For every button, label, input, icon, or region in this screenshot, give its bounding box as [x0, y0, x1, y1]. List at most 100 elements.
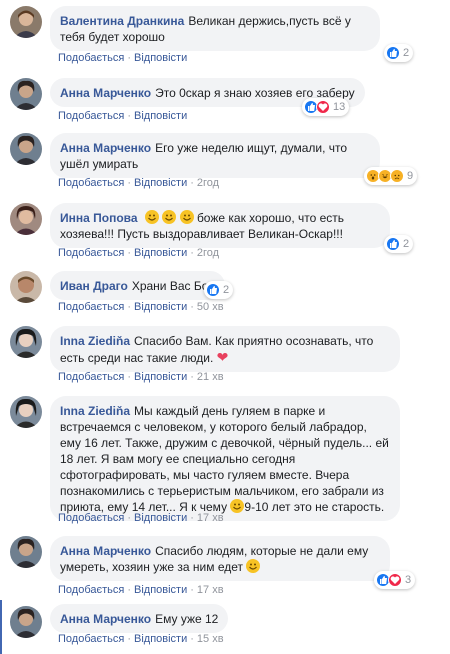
like-reaction-icon: [206, 283, 220, 297]
like-reaction-icon: [386, 237, 400, 251]
reply-link[interactable]: Відповісти: [134, 177, 187, 189]
reaction-count: 3: [405, 574, 412, 586]
separator-dot: ·: [127, 52, 131, 64]
smile-emoji-icon: [162, 210, 177, 224]
reaction-summary[interactable]: 9: [364, 167, 418, 185]
reaction-summary[interactable]: 3: [374, 571, 416, 589]
comment-actions: Подобається · Відповісти · 2год: [58, 177, 219, 189]
comment-9: Анна Марченко Ему уже 12 Подобається · Відп…: [0, 600, 450, 654]
avatar[interactable]: [10, 606, 42, 638]
comment-author[interactable]: Анна Марченко: [60, 141, 151, 155]
comment-actions: Подобається · Відповісти: [58, 110, 187, 122]
comment-2: Анна Марченко Это 0скар я знаю хозяев его…: [0, 70, 450, 125]
like-link[interactable]: Подобається: [58, 584, 124, 596]
sad-reaction-icon: [390, 169, 404, 183]
comment-time[interactable]: 15 хв: [197, 633, 224, 645]
comment-time[interactable]: 50 хв: [197, 301, 224, 313]
like-link[interactable]: Подобається: [58, 177, 124, 189]
reply-link[interactable]: Відповісти: [134, 512, 187, 524]
reaction-summary[interactable]: 2: [204, 281, 234, 299]
reaction-summary[interactable]: 2: [384, 235, 414, 253]
comment-text: Храни Вас Бог.: [131, 279, 215, 293]
comment-time[interactable]: 2год: [197, 177, 219, 189]
comment-author[interactable]: Иван Драго: [60, 279, 128, 293]
reaction-count: 2: [223, 284, 230, 296]
comment-bubble: Инна Попова боже как хорошо, что есть хо…: [50, 203, 390, 248]
reply-link[interactable]: Відповісти: [134, 371, 187, 383]
separator-dot: ·: [190, 247, 194, 259]
comment-author[interactable]: Анна Марченко: [60, 86, 151, 100]
reaction-summary[interactable]: 2: [384, 44, 414, 62]
comment-author[interactable]: Inna Ziediňa: [60, 334, 130, 348]
smile-emoji-icon: [246, 559, 261, 573]
like-link[interactable]: Подобається: [58, 633, 124, 645]
comment-time[interactable]: 17 хв: [197, 584, 224, 596]
avatar[interactable]: [10, 78, 42, 110]
reaction-summary[interactable]: 13: [302, 98, 350, 116]
reaction-count: 9: [407, 170, 414, 182]
avatar[interactable]: [10, 536, 42, 568]
comment-bubble: Анна Марченко Ему уже 12: [50, 604, 229, 633]
separator-dot: ·: [190, 633, 194, 645]
separator-dot: ·: [127, 633, 131, 645]
separator-dot: ·: [127, 177, 131, 189]
separator-dot: ·: [127, 371, 131, 383]
comment-time[interactable]: 21 хв: [197, 371, 224, 383]
separator-dot: ·: [190, 177, 194, 189]
comment-bubble: Анна Марченко Спасибо людям, которые не д…: [50, 536, 390, 581]
separator-dot: ·: [190, 584, 194, 596]
comment-actions: Подобається · Відповісти · 17 хв: [58, 512, 224, 524]
separator-dot: ·: [127, 110, 131, 122]
avatar[interactable]: [10, 271, 42, 303]
like-link[interactable]: Подобається: [58, 52, 124, 64]
comment-text-continued: 9-10 лет это не старость.: [244, 500, 385, 514]
separator-dot: ·: [127, 512, 131, 524]
like-link[interactable]: Подобається: [58, 301, 124, 313]
like-link[interactable]: Подобається: [58, 512, 124, 524]
comment-5: Иван Драго Храни Вас Бог. 2 Подобається · В…: [0, 265, 450, 320]
comment-4: Инна Попова боже как хорошо, что есть хо…: [0, 195, 450, 265]
reaction-count: 2: [403, 47, 410, 59]
comment-time[interactable]: 17 хв: [197, 512, 224, 524]
love-reaction-icon: [388, 573, 402, 587]
avatar[interactable]: [10, 326, 42, 358]
comment-1: Валентина Дранкина Великан держись,пусть …: [0, 0, 450, 70]
comment-author[interactable]: Валентина Дранкина: [60, 14, 184, 28]
comment-bubble: Анна Марченко Его уже неделю ищут, думали…: [50, 133, 380, 178]
comment-author[interactable]: Анна Марченко: [60, 544, 151, 558]
comment-bubble: Inna Ziediňa Спасибо Вам. Как приятно осо…: [50, 326, 400, 372]
reaction-count: 13: [333, 101, 346, 113]
reply-link[interactable]: Відповісти: [134, 301, 187, 313]
avatar[interactable]: [10, 6, 42, 38]
comment-3: Анна Марченко Его уже неделю ищут, думали…: [0, 125, 450, 195]
comment-author[interactable]: Анна Марченко: [60, 612, 151, 626]
comment-text: Ему уже 12: [155, 612, 219, 626]
comment-text: Мы каждый день гуляем в парке и встречае…: [60, 404, 389, 514]
like-link[interactable]: Подобається: [58, 247, 124, 259]
smile-emoji-icon: [179, 210, 194, 224]
reply-link[interactable]: Відповісти: [134, 110, 187, 122]
avatar[interactable]: [10, 203, 42, 235]
comment-actions: Подобається · Відповісти · 21 хв: [58, 371, 224, 383]
reply-link[interactable]: Відповісти: [134, 584, 187, 596]
like-link[interactable]: Подобається: [58, 110, 124, 122]
comment-author[interactable]: Inna Ziediňa: [60, 404, 130, 418]
avatar[interactable]: [10, 133, 42, 165]
comment-bubble: Иван Драго Храни Вас Бог.: [50, 271, 225, 300]
comment-time[interactable]: 2год: [197, 247, 219, 259]
avatar[interactable]: [10, 396, 42, 428]
reply-link[interactable]: Відповісти: [134, 52, 187, 64]
smile-emoji-icon: [230, 499, 245, 513]
smile-emoji-icon: [144, 210, 159, 224]
reply-link[interactable]: Відповісти: [134, 633, 187, 645]
comment-actions: Подобається · Відповісти · 2год: [58, 247, 219, 259]
love-reaction-icon: [316, 100, 330, 114]
comment-actions: Подобається · Відповісти · 50 хв: [58, 301, 224, 313]
comment-actions: Подобається · Відповісти: [58, 52, 187, 64]
reply-link[interactable]: Відповісти: [134, 247, 187, 259]
like-link[interactable]: Подобається: [58, 371, 124, 383]
reaction-count: 2: [403, 238, 410, 250]
separator-dot: ·: [190, 512, 194, 524]
separator-dot: ·: [127, 301, 131, 313]
comment-author[interactable]: Инна Попова: [60, 211, 138, 225]
